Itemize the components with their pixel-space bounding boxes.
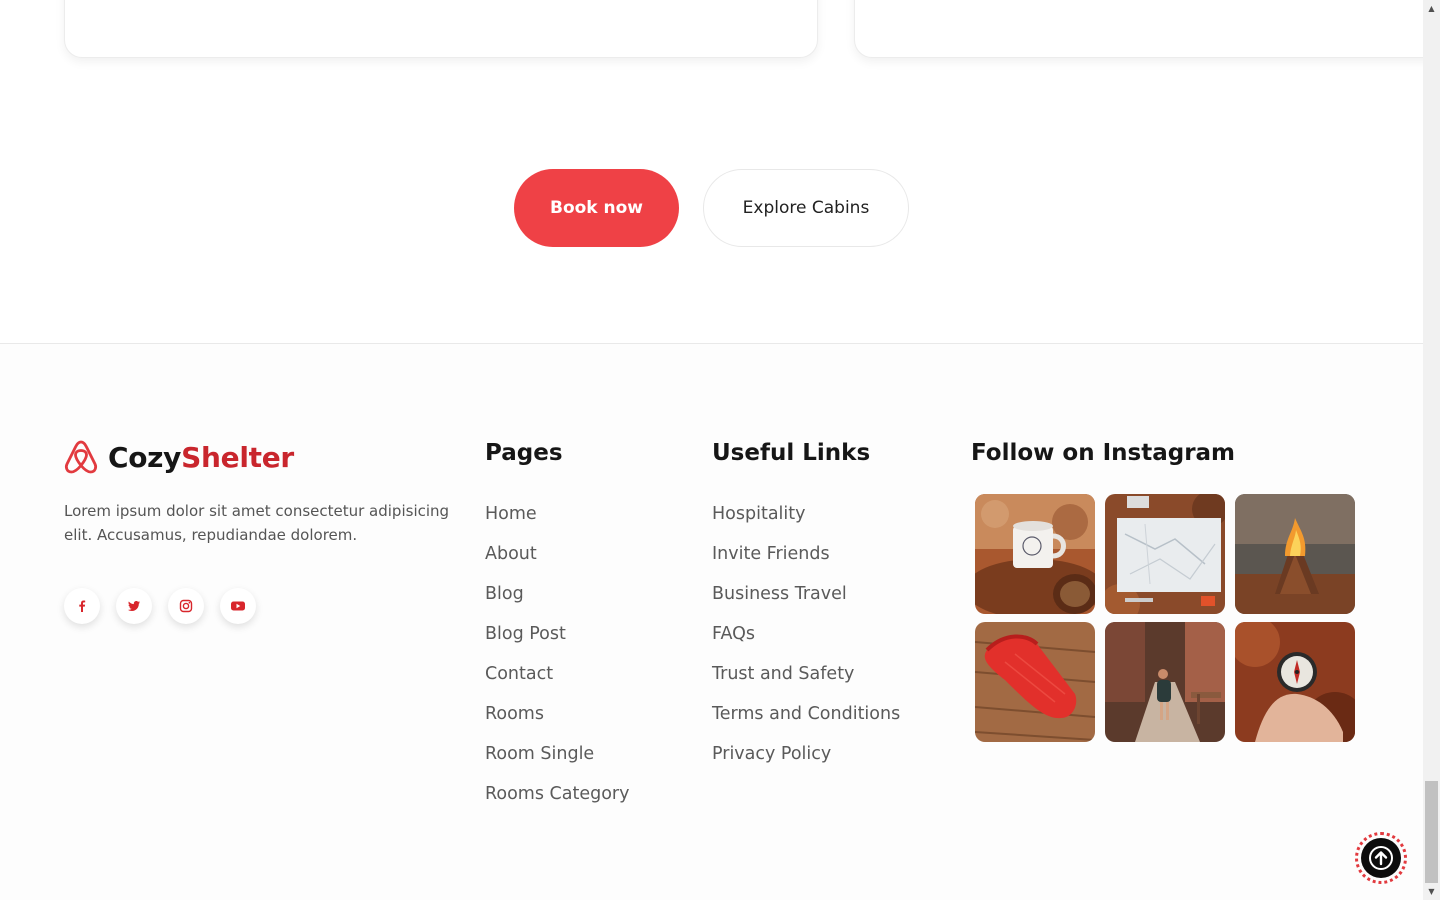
useful-link-label[interactable]: Privacy Policy [712,744,831,764]
twitter-link[interactable] [116,588,152,624]
instagram-grid [975,494,1355,742]
pages-link-blog-post[interactable]: Blog Post [485,614,629,654]
social-links [64,588,256,624]
campfire-photo-image [1235,494,1355,614]
useful-link-privacy[interactable]: Privacy Policy [712,734,900,774]
pages-link-blog[interactable]: Blog [485,574,629,614]
facebook-icon [79,600,86,612]
vertical-scrollbar[interactable]: ▲ ▼ [1423,0,1440,900]
useful-link-label[interactable]: Business Travel [712,584,847,604]
instagram-photo-map[interactable] [1105,494,1225,614]
pages-column: Pages Home About Blog Blog Post Contact … [485,440,629,814]
brand-name: CozyShelter [108,441,294,474]
pages-heading: Pages [485,440,563,466]
instagram-photo-compass[interactable] [1235,622,1355,742]
pages-link-home[interactable]: Home [485,494,629,534]
youtube-link[interactable] [220,588,256,624]
brand-name-part1: Cozy [108,440,182,474]
instagram-photo-mug[interactable] [975,494,1095,614]
scrollbar-thumb[interactable] [1425,781,1438,883]
pages-link-label[interactable]: Home [485,504,537,524]
page: Book now Explore Cabins CozyShelter Lore… [0,0,1434,900]
scroll-to-top-button[interactable] [1355,832,1407,884]
useful-link-terms[interactable]: Terms and Conditions [712,694,900,734]
useful-link-trust-safety[interactable]: Trust and Safety [712,654,900,694]
pages-link-label[interactable]: Rooms [485,704,544,724]
pages-link-label[interactable]: Rooms Category [485,784,629,804]
pages-link-label[interactable]: Blog [485,584,524,604]
pages-link-label[interactable]: Room Single [485,744,594,764]
book-now-button[interactable]: Book now [514,169,679,247]
brand-description: Lorem ipsum dolor sit amet consectetur a… [64,502,450,544]
twitter-icon [128,601,140,611]
brand-name-part2: Shelter [181,440,294,474]
scroll-down-arrow-icon[interactable]: ▼ [1423,883,1440,900]
useful-link-label[interactable]: Terms and Conditions [712,704,900,724]
brand[interactable]: CozyShelter [64,439,294,475]
sleeping-bag-photo-image [975,622,1095,742]
pages-link-about[interactable]: About [485,534,629,574]
pages-link-label[interactable]: About [485,544,537,564]
explore-cabins-button[interactable]: Explore Cabins [703,169,909,247]
instagram-photo-hiker[interactable] [1105,622,1225,742]
useful-link-label[interactable]: Hospitality [712,504,805,524]
useful-links-list: Hospitality Invite Friends Business Trav… [712,494,900,774]
arrow-up-icon [1369,846,1393,870]
useful-link-business-travel[interactable]: Business Travel [712,574,900,614]
compass-photo-image [1235,622,1355,742]
pages-link-contact[interactable]: Contact [485,654,629,694]
pages-link-rooms[interactable]: Rooms [485,694,629,734]
pages-link-label[interactable]: Blog Post [485,624,566,644]
useful-link-label[interactable]: Invite Friends [712,544,830,564]
useful-link-hospitality[interactable]: Hospitality [712,494,900,534]
scroll-up-arrow-icon[interactable]: ▲ [1423,0,1440,17]
content-card [64,0,818,58]
instagram-photo-campfire[interactable] [1235,494,1355,614]
useful-link-label[interactable]: FAQs [712,624,755,644]
instagram-heading: Follow on Instagram [971,440,1236,466]
useful-link-label[interactable]: Trust and Safety [712,664,854,684]
useful-link-invite-friends[interactable]: Invite Friends [712,534,900,574]
brand-logo-icon [64,440,98,474]
instagram-photo-sleeping-bag[interactable] [975,622,1095,742]
instagram-column: Follow on Instagram [971,440,1355,742]
map-photo-image [1105,494,1225,614]
instagram-icon [179,599,193,613]
scroll-to-top-inner [1361,838,1401,878]
pages-link-room-single[interactable]: Room Single [485,734,629,774]
useful-link-faqs[interactable]: FAQs [712,614,900,654]
facebook-link[interactable] [64,588,100,624]
hiker-photo-image [1105,622,1225,742]
instagram-link[interactable] [168,588,204,624]
useful-links-heading: Useful Links [712,440,871,466]
useful-links-column: Useful Links Hospitality Invite Friends … [712,440,900,774]
pages-list: Home About Blog Blog Post Contact Rooms … [485,494,629,814]
content-card [854,0,1434,58]
pages-link-label[interactable]: Contact [485,664,553,684]
pages-link-rooms-category[interactable]: Rooms Category [485,774,629,814]
youtube-icon [231,601,245,611]
mug-photo-image [975,494,1095,614]
footer: CozyShelter Lorem ipsum dolor sit amet c… [0,344,1423,900]
